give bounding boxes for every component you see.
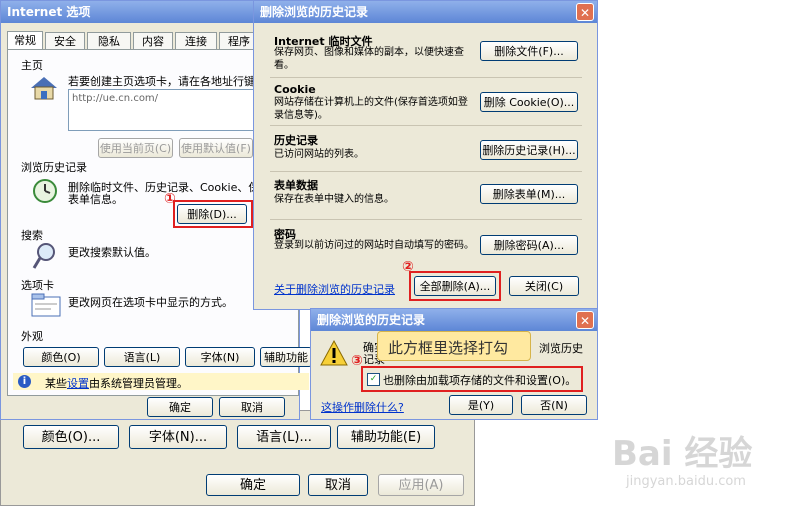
- confirm-close-icon[interactable]: ✕: [576, 311, 594, 329]
- divider: [270, 77, 582, 78]
- homepage-desc: 若要创建主页选项卡，请在各地址行键入: [68, 75, 266, 88]
- step-2-marker: ②: [402, 259, 414, 275]
- use-default-button[interactable]: 使用默认值(F): [179, 138, 253, 158]
- divider: [270, 171, 582, 172]
- what-deleted-link[interactable]: 这操作删除什么?: [321, 399, 404, 415]
- baidu-watermark: Bai 经验 jingyan.baidu.com: [612, 426, 792, 496]
- tabs-desc: 更改网页在选项卡中显示的方式。: [68, 296, 233, 309]
- history-list-desc: 已访问网站的列表。: [274, 149, 364, 160]
- history-group-label: 浏览历史记录: [21, 161, 87, 174]
- step-3-marker: ③: [351, 353, 363, 369]
- watermark-url: jingyan.baidu.com: [626, 474, 746, 489]
- options-cancel-button[interactable]: 取消: [219, 397, 285, 417]
- search-desc: 更改搜索默认值。: [68, 246, 156, 259]
- watermark-brand: Bai 经验: [612, 434, 753, 474]
- background-options-window: 颜色(O)... 字体(N)... 语言(L)... 辅助功能(E) 确定 取消…: [0, 410, 475, 506]
- divider: [270, 125, 582, 126]
- tabs-window-icon: [31, 293, 61, 320]
- bg-font-button[interactable]: 字体(N)...: [129, 425, 227, 449]
- tab-security[interactable]: 安全: [45, 32, 85, 50]
- bg-apply-button[interactable]: 应用(A): [378, 474, 464, 496]
- bg-ok-button[interactable]: 确定: [206, 474, 300, 496]
- bg-color-button[interactable]: 颜色(O)...: [23, 425, 119, 449]
- accessibility-button[interactable]: 辅助功能: [260, 347, 312, 367]
- options-ok-button[interactable]: 确定: [147, 397, 213, 417]
- appearance-group-label: 外观: [21, 330, 43, 343]
- homepage-url: http://ue.cn.com/: [72, 93, 159, 104]
- font-button[interactable]: 字体(N): [185, 347, 255, 367]
- tabs-group-label: 选项卡: [21, 279, 54, 292]
- tab-content[interactable]: 内容: [133, 32, 173, 50]
- use-current-button[interactable]: 使用当前页(C): [98, 138, 173, 158]
- delete-all-highlight-box: [409, 271, 501, 301]
- history-clock-icon: [31, 177, 59, 208]
- confirm-text-right: 浏览历史: [539, 342, 583, 355]
- temp-files-desc: 保存网页、图像和媒体的副本，以便快速查看。: [274, 47, 464, 71]
- tab-connections[interactable]: 连接: [175, 32, 217, 50]
- divider: [270, 219, 582, 220]
- delete-dialog-title: 删除浏览的历史记录: [260, 5, 369, 19]
- delete-highlight-box: [173, 200, 253, 228]
- instruction-callout-text: 此方框里选择打勾: [388, 339, 509, 357]
- delete-forms-button[interactable]: 删除表单(M)...: [480, 184, 578, 204]
- delete-cookies-button[interactable]: 删除 Cookie(O)...: [480, 92, 578, 112]
- cookie-desc: 网站存储在计算机上的文件(保存首选项如登录信息等)。: [274, 97, 468, 121]
- about-delete-link[interactable]: 关于删除浏览的历史记录: [274, 281, 395, 297]
- delete-files-button[interactable]: 删除文件(F)...: [480, 41, 578, 61]
- warning-icon: [319, 339, 349, 370]
- history-desc-line2: 表单信息。: [68, 193, 123, 206]
- confirm-title: 删除浏览的历史记录: [317, 313, 426, 327]
- bg-language-button[interactable]: 语言(L)...: [237, 425, 331, 449]
- language-button[interactable]: 语言(L): [104, 347, 180, 367]
- confirm-titlebar: 删除浏览的历史记录: [311, 309, 597, 331]
- no-button[interactable]: 否(N): [521, 395, 587, 415]
- close-icon[interactable]: ✕: [576, 3, 594, 21]
- delete-history-dialog: 删除浏览的历史记录 ✕ Internet 临时文件 保存网页、图像和媒体的副本，…: [253, 0, 598, 310]
- admin-notice-bar: i 某些设置由系统管理员管理。: [13, 373, 309, 390]
- house-icon: [29, 75, 59, 104]
- info-icon: i: [18, 375, 31, 388]
- delete-dialog-titlebar: 删除浏览的历史记录: [254, 1, 597, 23]
- admin-settings-link[interactable]: 设置: [67, 377, 89, 390]
- color-button[interactable]: 颜色(O): [23, 347, 99, 367]
- tab-privacy[interactable]: 隐私: [87, 32, 131, 50]
- bg-accessibility-button[interactable]: 辅助功能(E): [337, 425, 435, 449]
- delete-history-button[interactable]: 删除历史记录(H)...: [480, 140, 578, 160]
- admin-notice-text: 某些设置由系统管理员管理。: [45, 375, 188, 391]
- cookie-title: Cookie: [274, 83, 316, 96]
- yes-button[interactable]: 是(Y): [449, 395, 513, 415]
- step-1-marker: ①: [164, 191, 176, 207]
- admin-notice-post: 由系统管理员管理。: [89, 377, 188, 390]
- admin-notice-pre: 某些: [45, 377, 67, 390]
- checkbox-highlight-box: [361, 366, 583, 392]
- form-data-desc: 保存在表单中键入的信息。: [274, 194, 394, 205]
- instruction-callout: 此方框里选择打勾: [377, 331, 531, 361]
- homepage-group-label: 主页: [21, 59, 43, 72]
- confirm-dialog: 删除浏览的历史记录 ✕ 确实 记录 浏览历史 ✓ 也删除由加载项存储的文件和设置…: [310, 308, 598, 420]
- password-desc: 登录到以前访问过的网站时自动填写的密码。: [274, 240, 474, 251]
- tab-general[interactable]: 常规: [7, 31, 43, 49]
- options-title: Internet 选项: [7, 5, 91, 19]
- delete-passwords-button[interactable]: 删除密码(A)...: [480, 235, 578, 255]
- magnifier-icon: [31, 241, 59, 274]
- bg-cancel-button[interactable]: 取消: [308, 474, 368, 496]
- close-button[interactable]: 关闭(C): [509, 276, 579, 296]
